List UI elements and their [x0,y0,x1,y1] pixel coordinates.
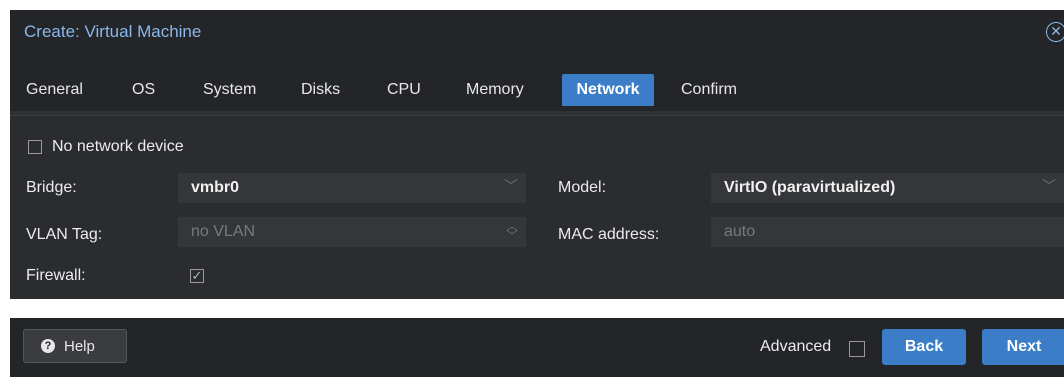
model-value: VirtIO (paravirtualized) [724,179,896,196]
chevron-down-icon[interactable]: ﹀ [1042,176,1056,196]
advanced-checkbox[interactable] [849,341,865,357]
mac-address-label: MAC address: [558,226,660,243]
spinner-icon[interactable]: ︿ ﹀ [506,220,518,242]
model-select[interactable]: VirtIO (paravirtualized) ﹀ [711,173,1064,203]
vlan-tag-input[interactable]: no VLAN ︿ ﹀ [178,217,526,247]
help-button[interactable]: ? Help [23,329,127,363]
wizard-tabs: General OS System Disks CPU Memory Netwo… [10,58,1064,115]
tab-network[interactable]: Network [562,74,654,106]
tab-disks[interactable]: Disks [293,74,348,106]
mac-address-placeholder: auto [724,223,756,240]
firewall-checkbox[interactable]: ✓ [190,269,204,283]
tab-confirm[interactable]: Confirm [673,74,745,106]
next-button[interactable]: Next [982,329,1064,365]
firewall-label: Firewall: [26,267,86,284]
network-form-panel: No network device Bridge: vmbr0 ﹀ VLAN T… [10,115,1064,299]
bridge-select[interactable]: vmbr0 ﹀ [178,173,526,203]
tab-general[interactable]: General [18,74,91,106]
tab-system[interactable]: System [195,74,264,106]
bridge-value: vmbr0 [191,179,240,196]
mac-address-input[interactable]: auto [711,217,1064,247]
dialog-title: Create: Virtual Machine [24,22,202,41]
back-button[interactable]: Back [882,329,966,365]
dialog-footer: ? Help Advanced Back Next [10,318,1064,377]
question-icon: ? [41,339,55,353]
close-icon[interactable]: ✕ [1046,22,1064,42]
no-network-device-label: No network device [52,138,184,155]
help-button-label: Help [64,338,95,355]
vlan-tag-label: VLAN Tag: [26,226,103,243]
vlan-tag-placeholder: no VLAN [191,223,256,240]
dialog-title-bar: Create: Virtual Machine ✕ [10,10,1064,58]
chevron-down-icon[interactable]: ﹀ [504,176,518,196]
no-network-device-checkbox[interactable] [28,140,42,154]
bridge-label: Bridge: [26,179,77,196]
tab-os[interactable]: OS [124,74,163,106]
advanced-label: Advanced [760,338,832,355]
tab-memory[interactable]: Memory [458,74,532,106]
model-label: Model: [558,179,607,196]
tab-cpu[interactable]: CPU [379,74,429,106]
